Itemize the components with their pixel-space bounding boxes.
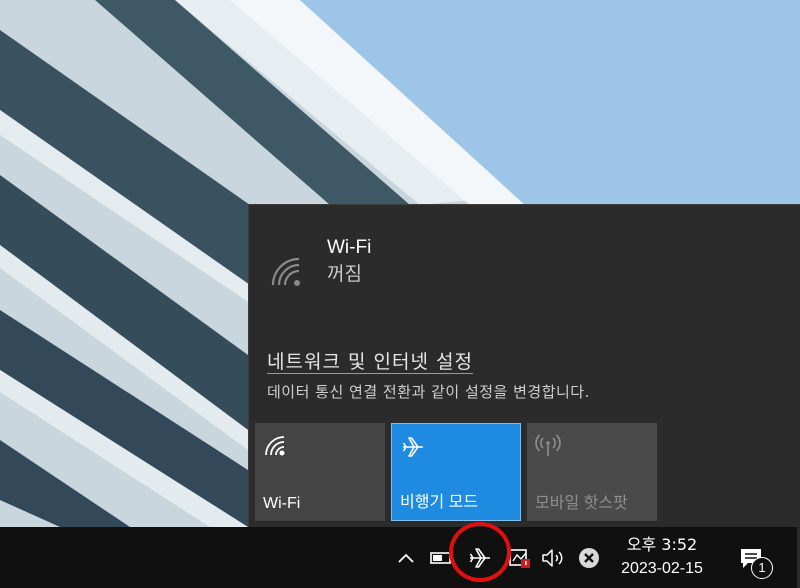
tile-label: Wi-Fi: [263, 495, 301, 512]
tile-label: 모바일 핫스팟: [535, 495, 628, 512]
taskbar: 오후 3:52 2023-02-15 1: [0, 527, 800, 588]
quick-action-airplane-mode[interactable]: 비행기 모드: [391, 423, 521, 521]
hotspot-icon: [535, 434, 561, 456]
chevron-up-icon: [398, 553, 414, 563]
wifi-state-text: 꺼짐: [327, 263, 362, 285]
network-flyout: Wi-Fi 꺼짐 네트워크 및 인터넷 설정 데이터 통신 연결 전환과 같이 …: [248, 204, 800, 527]
quick-action-wifi[interactable]: Wi-Fi: [255, 423, 385, 521]
clock-date: 2023-02-15: [621, 560, 703, 577]
wifi-network-name: Wi-Fi: [327, 237, 372, 258]
volume-icon: [542, 548, 563, 567]
clock[interactable]: 오후 3:52 2023-02-15: [612, 533, 712, 581]
volume-button[interactable]: [539, 527, 569, 588]
security-icon: [509, 548, 530, 568]
airplane-icon: [402, 437, 423, 457]
quick-action-mobile-hotspot[interactable]: 모바일 핫스팟: [527, 423, 657, 521]
show-hidden-icons-button[interactable]: [394, 527, 418, 588]
clock-time: 오후 3:52: [626, 535, 698, 554]
network-settings-link[interactable]: 네트워크 및 인터넷 설정: [267, 347, 473, 374]
wifi-icon: [265, 436, 285, 456]
close-circle-icon: [579, 547, 599, 568]
notification-count-badge: 1: [751, 557, 773, 579]
wifi-off-icon: [271, 257, 300, 286]
highlight-circle-annotation: [449, 522, 511, 582]
network-disconnected-button[interactable]: [576, 527, 602, 588]
network-settings-description: 데이터 통신 연결 전환과 같이 설정을 변경합니다.: [267, 383, 590, 401]
tile-label: 비행기 모드: [400, 494, 479, 511]
wifi-status[interactable]: Wi-Fi 꺼짐: [269, 235, 371, 291]
